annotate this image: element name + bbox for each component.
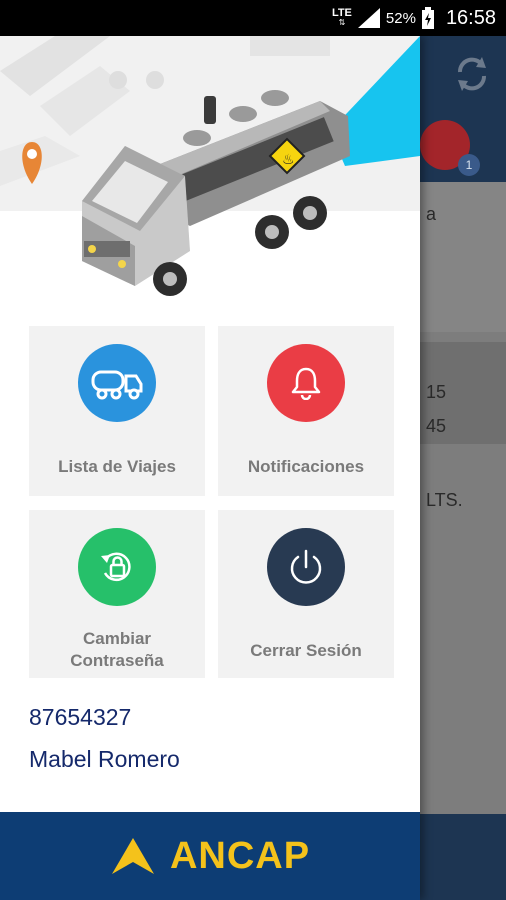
background-footer bbox=[420, 814, 506, 900]
background-text: a bbox=[426, 204, 437, 224]
menu-tile-logout[interactable]: Cerrar Sesión bbox=[218, 510, 394, 678]
menu-tile-label: Cerrar Sesión bbox=[250, 641, 362, 660]
menu-tile-notifications[interactable]: Notificaciones bbox=[218, 326, 394, 496]
ancap-logo-icon bbox=[111, 838, 154, 874]
menu-tile-trip-list[interactable]: Lista de Viajes bbox=[29, 326, 205, 496]
menu-tile-change-password[interactable]: Cambiar Contraseña bbox=[29, 510, 205, 678]
tanker-truck-illustration: ♨ bbox=[0, 36, 420, 296]
notification-badge: 1 bbox=[458, 154, 480, 176]
status-icons: LTE ⇅ 52% 16:58 bbox=[332, 0, 496, 36]
svg-text:♨: ♨ bbox=[282, 152, 295, 168]
tanker-truck-icon bbox=[78, 344, 156, 422]
background-text: LTS. bbox=[426, 490, 463, 510]
brand-footer: ANCAP bbox=[0, 812, 420, 900]
background-text: 15 bbox=[426, 382, 447, 402]
clock: 16:58 bbox=[445, 6, 496, 29]
background-text: 45 bbox=[426, 416, 447, 436]
battery-charging-icon bbox=[421, 7, 434, 29]
network-activity: ⇅ bbox=[338, 18, 346, 27]
brand-name: ANCAP bbox=[169, 834, 311, 877]
signal-bars-icon bbox=[357, 8, 380, 28]
user-name: Mabel Romero bbox=[29, 746, 180, 772]
menu-tile-label: Notificaciones bbox=[247, 457, 365, 476]
menu-tile-label: Lista de Viajes bbox=[58, 457, 176, 476]
refresh-icon[interactable] bbox=[452, 54, 492, 94]
status-bar: LTE ⇅ 52% 16:58 bbox=[0, 0, 506, 36]
menu-tile-label: Cambiar Contraseña bbox=[70, 629, 164, 670]
network-indicator: LTE ⇅ bbox=[332, 8, 352, 28]
user-id: 87654327 bbox=[29, 704, 132, 730]
navigation-drawer: ♨ Lista de Viajes Notificaciones Cambiar… bbox=[0, 36, 420, 900]
lock-refresh-icon bbox=[78, 528, 156, 606]
battery-percent: 52% bbox=[385, 9, 416, 27]
power-icon bbox=[267, 528, 345, 606]
bell-icon bbox=[267, 344, 345, 422]
